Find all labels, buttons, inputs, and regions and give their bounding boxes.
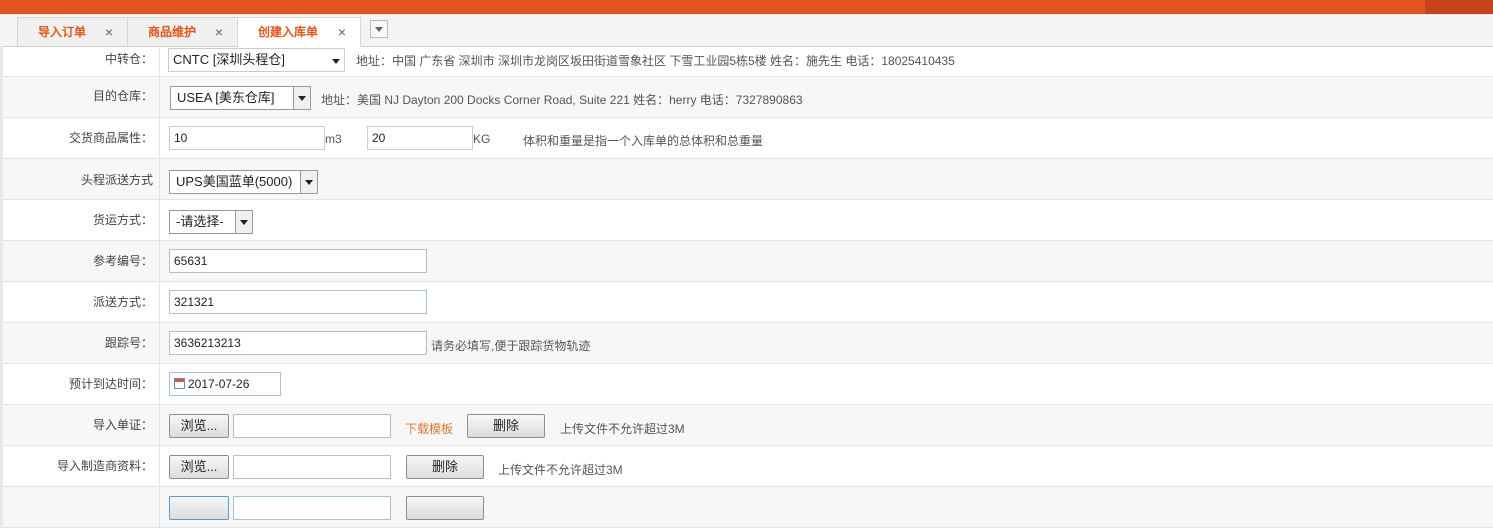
- row-freight-method: 货运方式： -请选择-: [3, 200, 1493, 241]
- row-reference-number: 参考编号： 65631: [3, 241, 1493, 282]
- weight-input[interactable]: 20: [367, 126, 473, 150]
- chevron-down-icon[interactable]: [235, 211, 252, 233]
- goods-attributes-note: 体积和重量是指一个入库单的总体积和总重量: [523, 134, 764, 148]
- field-label: 跟踪号：: [3, 323, 160, 363]
- browse-button[interactable]: [169, 496, 229, 520]
- field-label: [3, 487, 160, 527]
- field-label: 预计到达时间：: [3, 364, 160, 404]
- inbound-form: 中转仓： CNTC [深圳头程仓] 地址：中国 广东省 深圳市 深圳市龙岗区坂田…: [0, 46, 1493, 528]
- delete-button[interactable]: [406, 496, 484, 520]
- field-label: 货运方式：: [3, 200, 160, 240]
- row-first-leg-delivery: 头程派送方式 UPS美国蓝单(5000): [3, 159, 1493, 200]
- tracking-number-input[interactable]: 3636213213: [169, 331, 427, 355]
- field-label: 参考编号：: [3, 241, 160, 281]
- tab-label: 导入订单: [38, 25, 87, 39]
- close-icon[interactable]: ×: [105, 18, 113, 47]
- top-banner-accent: [1425, 0, 1493, 14]
- file-input[interactable]: [233, 496, 391, 520]
- first-leg-delivery-select[interactable]: UPS美国蓝单(5000): [169, 170, 318, 194]
- field-label: 派送方式：: [3, 282, 160, 322]
- browse-button[interactable]: 浏览...: [169, 455, 229, 479]
- close-icon[interactable]: ×: [215, 18, 223, 47]
- weight-unit: KG: [473, 132, 491, 146]
- field-label: 中转仓：: [3, 46, 160, 76]
- tab-create-inbound[interactable]: 创建入库单 ×: [237, 17, 361, 47]
- row-import-documents: 导入单证： 浏览... 下载模板 删除 上传文件不允许超过3M: [3, 405, 1493, 446]
- row-eta: 预计到达时间： 2017-07-26: [3, 364, 1493, 405]
- chevron-down-icon[interactable]: [293, 87, 310, 109]
- chevron-down-icon[interactable]: [300, 171, 317, 193]
- tab-import-orders[interactable]: 导入订单 ×: [17, 17, 128, 46]
- field-label: 头程派送方式: [3, 159, 160, 199]
- destination-warehouse-select[interactable]: USEA [美东仓库]: [170, 86, 311, 110]
- download-template-link[interactable]: 下载模板: [405, 420, 453, 437]
- browse-button[interactable]: 浏览...: [169, 414, 229, 438]
- tab-menu-dropdown-icon[interactable]: [370, 20, 388, 38]
- volume-input[interactable]: 10: [169, 126, 325, 150]
- row-import-manufacturer: 导入制造商资料： 浏览... 删除 上传文件不允许超过3M: [3, 446, 1493, 487]
- calendar-icon[interactable]: [174, 378, 185, 389]
- reference-number-input[interactable]: 65631: [169, 249, 427, 273]
- tab-product-maintenance[interactable]: 商品维护 ×: [127, 17, 238, 46]
- field-label: 目的仓库：: [3, 77, 160, 117]
- destination-address: 地址：美国 NJ Dayton 200 Docks Corner Road, S…: [321, 93, 803, 107]
- tab-label: 创建入库单: [258, 25, 319, 39]
- field-label: 交货商品属性：: [3, 118, 160, 158]
- top-banner: [0, 0, 1493, 14]
- transit-address: 地址：中国 广东省 深圳市 深圳市龙岗区坂田街道雪象社区 下雪工业园5栋5楼 姓…: [356, 54, 955, 68]
- row-transit-warehouse: 中转仓： CNTC [深圳头程仓] 地址：中国 广东省 深圳市 深圳市龙岗区坂田…: [3, 46, 1493, 77]
- field-label: 导入单证：: [3, 405, 160, 445]
- delete-document-button[interactable]: 删除: [467, 414, 545, 438]
- freight-method-select[interactable]: -请选择-: [169, 210, 253, 234]
- tab-bar: 导入订单 × 商品维护 × 创建入库单 ×: [0, 14, 1493, 47]
- row-delivery-method: 派送方式： 321321: [3, 282, 1493, 323]
- manufacturer-file-input[interactable]: [233, 455, 391, 479]
- eta-date-input[interactable]: 2017-07-26: [169, 372, 281, 396]
- document-file-input[interactable]: [233, 414, 391, 438]
- delivery-method-input[interactable]: 321321: [169, 290, 427, 314]
- tracking-note: 请务必填写,便于跟踪货物轨迹: [431, 339, 591, 353]
- close-icon[interactable]: ×: [338, 18, 346, 47]
- volume-unit: m3: [325, 132, 342, 146]
- row-partial: [3, 487, 1493, 528]
- row-destination-warehouse: 目的仓库： USEA [美东仓库] 地址：美国 NJ Dayton 200 Do…: [3, 77, 1493, 118]
- upload-limit-note: 上传文件不允许超过3M: [560, 422, 685, 436]
- field-label: 导入制造商资料：: [3, 446, 160, 486]
- upload-limit-note: 上传文件不允许超过3M: [498, 463, 623, 477]
- tab-label: 商品维护: [148, 25, 197, 39]
- row-goods-attributes: 交货商品属性： 10 m3 20 KG 体积和重量是指一个入库单的总体积和总重量: [3, 118, 1493, 159]
- row-tracking-number: 跟踪号： 3636213213 请务必填写,便于跟踪货物轨迹: [3, 323, 1493, 364]
- transit-warehouse-select[interactable]: CNTC [深圳头程仓]: [168, 48, 345, 72]
- delete-manufacturer-button[interactable]: 删除: [406, 455, 484, 479]
